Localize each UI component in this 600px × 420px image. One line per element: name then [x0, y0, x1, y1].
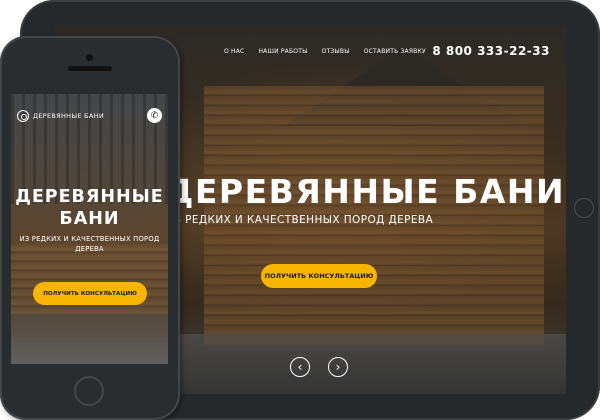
phone-consult-button[interactable]: ПОЛУЧИТЬ КОНСУЛЬТАЦИЮ	[33, 282, 147, 305]
phone-hero-title: ДЕРЕВЯННЫЕ БАНИ	[15, 187, 164, 229]
slider-prev-icon[interactable]: ‹	[290, 357, 310, 377]
nav-item-request[interactable]: ОСТАВИТЬ ЗАЯВКУ	[364, 48, 426, 55]
phone-camera	[86, 54, 93, 61]
phone-hero-section: ДЕРЕВЯННЫЕ БАНИ ✆ ДЕРЕВЯННЫЕ БАНИ ИЗ РЕД…	[11, 94, 168, 364]
phone-logo-text[interactable]: ДЕРЕВЯННЫЕ БАНИ	[33, 112, 104, 120]
nav-item-works[interactable]: НАШИ РАБОТЫ	[258, 48, 307, 55]
phone-call-icon[interactable]: ✆	[147, 108, 162, 123]
nav-item-about[interactable]: О НАС	[224, 48, 244, 55]
tablet-consult-button[interactable]: ПОЛУЧИТЬ КОНСУЛЬТАЦИЮ	[261, 264, 377, 288]
phone-device: ДЕРЕВЯННЫЕ БАНИ ✆ ДЕРЕВЯННЫЕ БАНИ ИЗ РЕД…	[0, 36, 180, 420]
tablet-home-button	[574, 198, 594, 218]
phone-home-button	[74, 376, 104, 406]
logo-icon	[17, 110, 29, 122]
tablet-phone-number[interactable]: 8 800 333-22-33	[432, 44, 550, 58]
tablet-hero-title: ДЕРЕВЯННЫЕ БАНИ	[164, 172, 566, 211]
phone-speaker	[68, 66, 112, 71]
nav-item-reviews[interactable]: ОТЗЫВЫ	[322, 48, 350, 55]
phone-hero-subtitle: ИЗ РЕДКИХ И КАЧЕСТВЕННЫХ ПОРОД ДЕРЕВА	[19, 235, 160, 253]
tablet-hero-subtitle: ИЗ РЕДКИХ И КАЧЕСТВЕННЫХ ПОРОД ДЕРЕВА	[166, 214, 434, 226]
slider-next-icon[interactable]: ›	[328, 357, 348, 377]
tablet-nav: О НАС НАШИ РАБОТЫ ОТЗЫВЫ ОСТАВИТЬ ЗАЯВКУ	[224, 48, 426, 55]
